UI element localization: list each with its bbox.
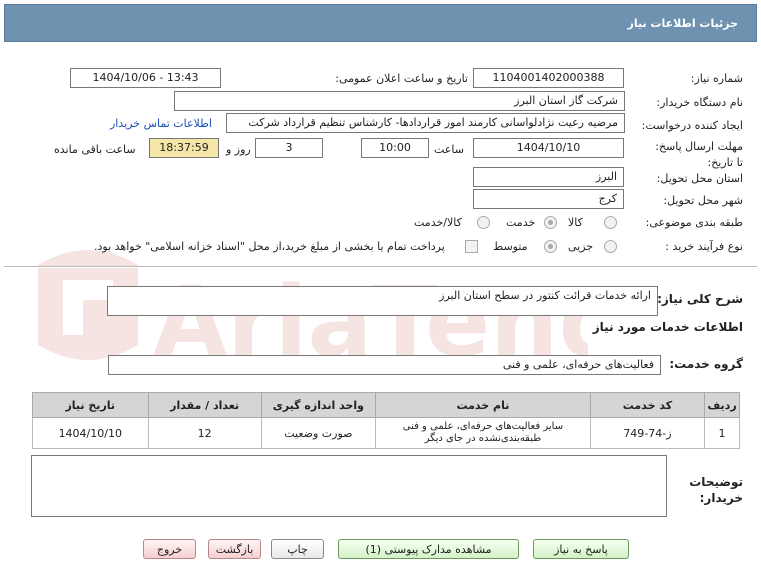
deadline-label: مهلت ارسال پاسخ: تا تاریخ: xyxy=(655,140,743,169)
category-label: طبقه بندی موضوعی: xyxy=(645,216,743,229)
category-option-service: خدمت xyxy=(506,216,536,229)
page-header: جزئیات اطلاعات نیاز xyxy=(4,4,757,42)
description-label: شرح کلی نیاز: xyxy=(657,292,743,306)
cell-date: 1404/10/10 xyxy=(32,417,149,449)
col-date: تاریخ نیاز xyxy=(32,392,149,418)
province-field: البرز xyxy=(473,167,624,187)
process-radio-medium[interactable] xyxy=(544,240,557,253)
deadline-time-label: ساعت xyxy=(434,143,464,156)
col-qty: تعداد / مقدار xyxy=(147,392,262,418)
service-group-label: گروه خدمت: xyxy=(669,357,743,371)
cell-name: سایر فعالیت‌های حرفه‌ای، علمی و فنی طبقه… xyxy=(375,417,591,449)
process-radio-minor[interactable] xyxy=(604,240,617,253)
category-radio-goods[interactable] xyxy=(604,216,617,229)
treasury-checkbox[interactable] xyxy=(465,240,478,253)
days-field: 3 xyxy=(255,138,323,158)
announce-field: 1404/10/06 - 13:43 xyxy=(70,68,221,88)
services-section-title: اطلاعات خدمات مورد نیاز xyxy=(592,320,743,334)
category-radio-service[interactable] xyxy=(544,216,557,229)
col-row: ردیف xyxy=(704,392,740,418)
table-row: 1 ز-74-749 سایر فعالیت‌های حرفه‌ای، علمی… xyxy=(32,417,740,449)
payment-note: پرداخت تمام یا بخشی از مبلغ خرید،از محل … xyxy=(94,240,445,253)
service-group-field: فعالیت‌های حرفه‌ای، علمی و فنی xyxy=(108,355,661,375)
services-table: ردیف کد خدمت نام خدمت واحد اندازه گیری ت… xyxy=(32,392,740,449)
col-name: نام خدمت xyxy=(375,392,591,418)
buyer-notes-label: توضیحات خریدار: xyxy=(689,475,743,505)
need-number-label: شماره نیاز: xyxy=(690,72,743,85)
exit-button[interactable]: خروج xyxy=(143,539,196,559)
divider xyxy=(4,266,757,268)
cell-unit: صورت وضعیت xyxy=(260,417,377,449)
reply-button[interactable]: پاسخ به نیاز xyxy=(533,539,629,559)
announce-label: تاریخ و ساعت اعلان عمومی: xyxy=(335,72,468,85)
remaining-label: ساعت باقی مانده xyxy=(54,143,136,156)
days-label: روز و xyxy=(226,143,251,156)
category-radio-both[interactable] xyxy=(477,216,490,229)
process-option-minor: جزیی xyxy=(568,240,594,253)
process-label: نوع فرآیند خرید : xyxy=(665,240,743,253)
creator-field: مرضیه رعیت نژادلواسانی کارمند امور قرارد… xyxy=(226,113,625,133)
cell-row: 1 xyxy=(704,417,740,449)
city-label: شهر محل تحویل: xyxy=(663,194,743,207)
col-unit: واحد اندازه گیری xyxy=(260,392,377,418)
view-docs-button[interactable]: مشاهده مدارک پیوستی (1) xyxy=(338,539,519,559)
deadline-time-field: 10:00 xyxy=(361,138,429,158)
buyer-notes-field[interactable] xyxy=(31,455,667,517)
print-button[interactable]: چاپ xyxy=(271,539,324,559)
remaining-time-field: 18:37:59 xyxy=(149,138,219,158)
back-button[interactable]: بازگشت xyxy=(208,539,261,559)
cell-code: ز-74-749 xyxy=(589,417,706,449)
cell-qty: 12 xyxy=(147,417,262,449)
category-option-both: کالا/خدمت xyxy=(414,216,462,229)
buyer-org-field: شرکت گاز استان البرز xyxy=(174,91,625,111)
city-field: کرج xyxy=(473,189,624,209)
category-option-goods: کالا xyxy=(568,216,583,229)
need-number-field: 1104001402000388 xyxy=(473,68,624,88)
province-label: استان محل تحویل: xyxy=(656,172,743,185)
process-option-medium: متوسط xyxy=(493,240,528,253)
buyer-org-label: نام دستگاه خریدار: xyxy=(656,96,743,109)
page-title: جزئیات اطلاعات نیاز xyxy=(627,17,739,30)
creator-label: ایجاد کننده درخواست: xyxy=(641,119,743,132)
description-field: ارائه خدمات قرائت کنتور در سطح استان الب… xyxy=(107,286,658,316)
buyer-contact-link[interactable]: اطلاعات تماس خریدار xyxy=(110,117,212,130)
table-header-row: ردیف کد خدمت نام خدمت واحد اندازه گیری ت… xyxy=(32,392,740,418)
col-code: کد خدمت xyxy=(589,392,706,418)
deadline-date-field: 1404/10/10 xyxy=(473,138,624,158)
